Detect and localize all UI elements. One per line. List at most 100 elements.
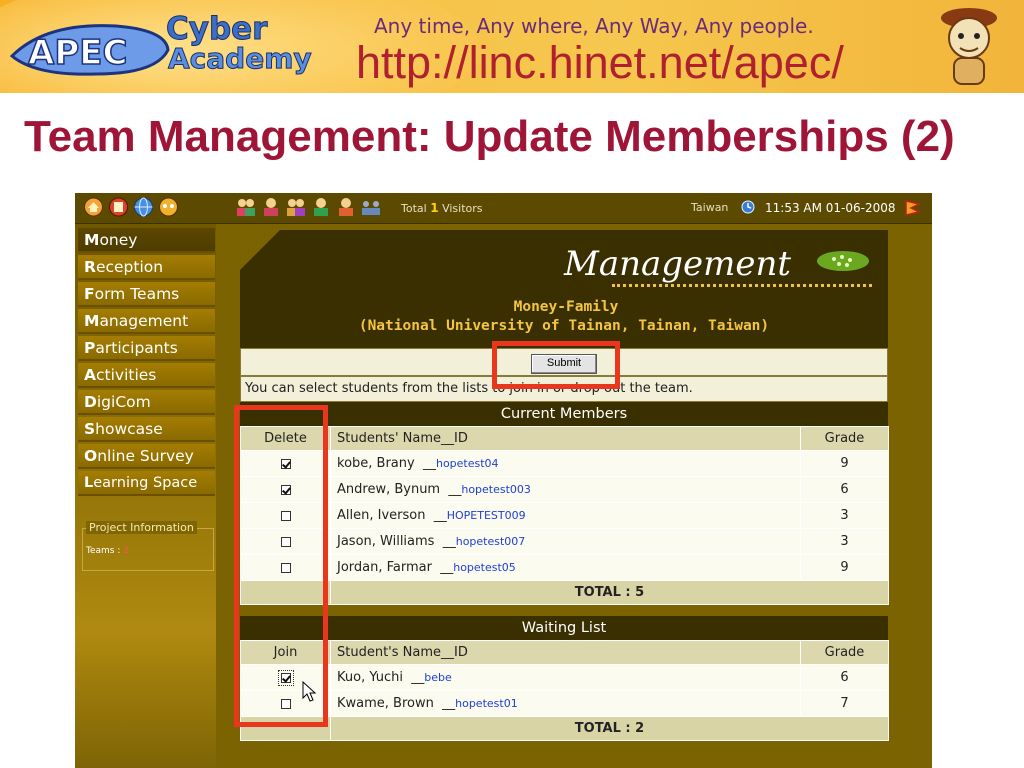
sidebar-item-showcase[interactable]: Showcase [78, 417, 215, 442]
waiting-list-table: Join Student's Name__ID Grade Kuo, Yuchi… [240, 640, 889, 741]
sidebar-item-initial: A [84, 366, 96, 384]
sidebar-item-label: earning Space [93, 475, 198, 491]
online-users-icons [235, 197, 382, 217]
page-title: Management [564, 244, 792, 284]
leaf-icon [817, 251, 869, 271]
mascot-icon [941, 8, 997, 85]
member-id: hopetest007 [455, 535, 526, 548]
current-members-table: Delete Students' Name__ID Grade kobe, Br… [240, 426, 889, 605]
member-cell: Kuo, Yuchi __bebe [330, 664, 801, 691]
checkbox-column-highlight-box [234, 405, 328, 727]
user-icon[interactable] [235, 197, 257, 217]
waiting-list-title: Waiting List [240, 616, 888, 640]
sidebar-item-initial: O [84, 447, 98, 465]
sidebar-item-initial: M [84, 312, 100, 330]
table-row: Kuo, Yuchi __bebe 6 [240, 664, 889, 691]
sidebar-item-online-survey[interactable]: Online Survey [78, 444, 215, 469]
member-cell: Kwame, Brown __hopetest01 [330, 690, 801, 717]
member-id: hopetest003 [461, 483, 531, 496]
apec-logo-text: APEC [28, 33, 127, 73]
sidebar-item-label: nline Survey [97, 447, 194, 465]
member-id: hopetest05 [453, 561, 516, 574]
sidebar-item-form-teams[interactable]: Form Teams [78, 282, 215, 307]
user-icon[interactable] [310, 197, 332, 217]
team-name: Money-Family [513, 299, 619, 315]
visitors-prefix: Total [401, 202, 427, 215]
current-total: TOTAL : 5 [330, 580, 889, 605]
submit-highlight-box [492, 341, 620, 389]
table-row: Andrew, Bynum __hopetest003 6 [240, 476, 889, 503]
sidebar-item-activities[interactable]: Activities [78, 363, 215, 388]
sidebar-item-reception[interactable]: Reception [78, 255, 215, 280]
visitors-suffix: Visitors [442, 202, 483, 215]
teams-label: Teams : [86, 546, 121, 556]
group-icon[interactable] [360, 197, 382, 217]
sidebar-item-digicom[interactable]: DigiCom [78, 390, 215, 415]
member-grade: 3 [800, 528, 889, 555]
sidebar-item-learning-space[interactable]: Learning Space [78, 471, 215, 496]
apec-logo-icon: APEC [9, 24, 170, 76]
col-name-header: Student's Name__ID [330, 640, 801, 665]
member-cell: Andrew, Bynum __hopetest003 [330, 476, 801, 503]
datetime: 11:53 AM 01-06-2008 [765, 201, 896, 215]
sidebar-item-label: ctivities [96, 366, 157, 384]
table-row: Jordan, Farmar __hopetest05 9 [240, 554, 889, 581]
sidebar-item-initial: M [84, 231, 100, 249]
user-icon[interactable] [335, 197, 357, 217]
sidebar-item-label: anagement [99, 312, 189, 330]
col-grade-header: Grade [800, 426, 889, 451]
chat-icon[interactable] [158, 197, 179, 217]
col-name-header: Students' Name__ID [330, 426, 801, 451]
globe-icon[interactable] [133, 197, 154, 217]
member-name: Kwame, Brown [337, 696, 434, 711]
member-grade: 7 [800, 690, 889, 717]
member-id: hopetest04 [435, 457, 499, 470]
sidebar-item-initial: P [84, 339, 96, 357]
header-corner-cut [240, 230, 280, 270]
banner-tagline: Any time, Any where, Any Way, Any people… [374, 14, 814, 38]
user-icon[interactable] [285, 197, 307, 217]
academy-text: Academy [168, 42, 313, 75]
member-grade: 9 [800, 554, 889, 581]
table-header-row: Join Student's Name__ID Grade [240, 640, 889, 665]
sidebar: Money Reception Form Teams Management Pa… [75, 224, 216, 768]
member-grade: 9 [800, 450, 889, 477]
sidebar-item-participants[interactable]: Participants [78, 336, 215, 361]
mouse-pointer-icon [302, 681, 317, 702]
sidebar-item-initial: F [84, 285, 95, 303]
flag-icon[interactable] [903, 199, 923, 217]
project-info-label: Project Information [86, 521, 197, 534]
sidebar-item-label: eception [95, 258, 164, 276]
member-name: kobe, Brany [337, 456, 415, 471]
slide-title: Team Management: Update Memberships (2) [24, 112, 955, 161]
member-grade: 3 [800, 502, 889, 529]
table-header-row: Delete Students' Name__ID Grade [240, 426, 889, 451]
member-name: Allen, Iverson [337, 508, 426, 523]
visitors-count: 1 [430, 201, 439, 215]
sidebar-item-label: howcase [95, 420, 163, 438]
sidebar-item-initial: L [84, 475, 94, 491]
app-screenshot: Total 1 Visitors Taiwan 11:53 AM 01-06-2… [75, 193, 932, 768]
member-cell: Jordan, Farmar __hopetest05 [330, 554, 801, 581]
header-divider [612, 280, 872, 287]
home-icon[interactable] [83, 197, 104, 217]
table-row: Jason, Williams __hopetest007 3 [240, 528, 889, 555]
member-name: Jason, Williams [337, 534, 435, 549]
clock-icon [741, 200, 755, 214]
user-icon[interactable] [260, 197, 282, 217]
member-grade: 6 [800, 664, 889, 691]
table-row: Kwame, Brown __hopetest01 7 [240, 690, 889, 717]
banner-url: http://linc.hinet.net/apec/ [356, 37, 844, 88]
member-id: hopetest01 [455, 697, 518, 710]
table-row: kobe, Brany __hopetest04 9 [240, 450, 889, 477]
member-name: Jordan, Farmar [337, 560, 432, 575]
sidebar-item-management[interactable]: Management [78, 309, 215, 334]
sidebar-item-money[interactable]: Money [78, 228, 215, 253]
visitor-counter: Total 1 Visitors [401, 201, 483, 215]
sidebar-item-label: articipants [95, 339, 178, 357]
sidebar-item-label: igiCom [96, 393, 151, 411]
sidebar-item-initial: D [84, 393, 97, 411]
help-text: You can select students from the lists t… [245, 381, 693, 396]
member-cell: Allen, Iverson __HOPETEST009 [330, 502, 801, 529]
book-icon[interactable] [108, 197, 129, 217]
